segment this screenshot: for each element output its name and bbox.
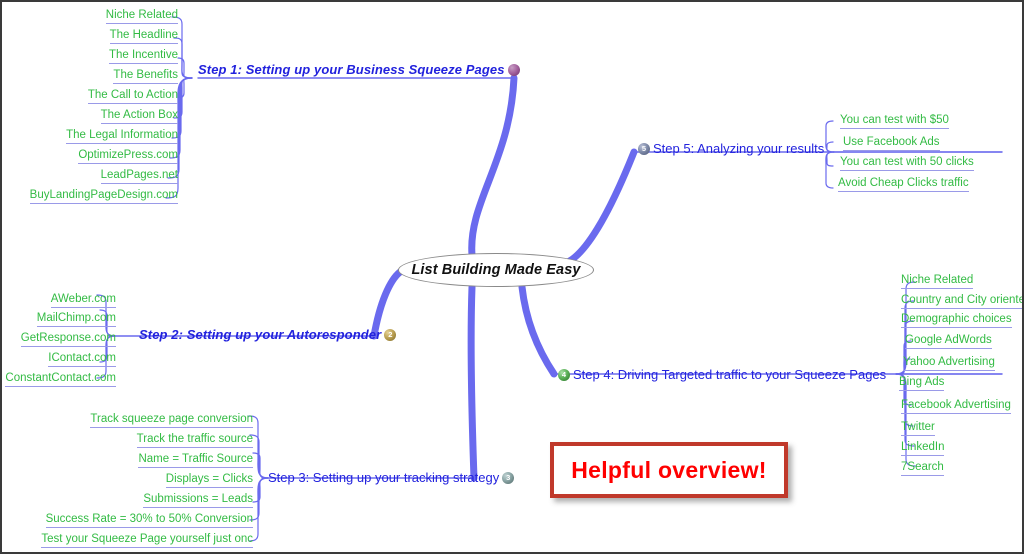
sphere-blue-icon: 5 [638, 142, 650, 155]
leaf-step3-5[interactable]: Success Rate = 30% to 50% Conversion [45, 513, 253, 528]
leaf-step5-2[interactable]: You can test with 50 clicks [840, 156, 974, 171]
leaf-step1-2[interactable]: The Incentive [108, 49, 178, 64]
leaf-step5-3[interactable]: Avoid Cheap Clicks traffic [838, 177, 969, 192]
leaf-step4-9[interactable]: 7Search [901, 461, 944, 476]
branch-step4[interactable]: 4 Step 4: Driving Targeted traffic to yo… [558, 367, 886, 382]
sphere-purple-icon: 1 [507, 63, 520, 76]
leaf-step1-8[interactable]: LeadPages.net [100, 169, 178, 184]
leaf-step4-7[interactable]: Twitter [901, 421, 935, 436]
leaf-step5-1[interactable]: Use Facebook Ads [843, 136, 940, 151]
leaf-step4-8[interactable]: LinkedIn [901, 441, 945, 456]
leaf-step4-2[interactable]: Demographic choices [901, 313, 1012, 328]
leaf-step2-0[interactable]: AWeber.com [50, 293, 116, 308]
leaf-step4-1[interactable]: Country and City oriente [901, 294, 1022, 309]
branch-step5-label: Step 5: Analyzing your results [653, 141, 825, 156]
root-node-label: List Building Made Easy [411, 262, 581, 278]
leaf-step1-4[interactable]: The Call to Action [87, 89, 178, 104]
leaf-step1-3[interactable]: The Benefits [113, 69, 178, 84]
root-node[interactable]: List Building Made Easy [398, 253, 594, 287]
leaf-step2-4[interactable]: ConstantContact.com [5, 372, 116, 387]
branch-step3[interactable]: Step 3: Setting up your tracking strateg… [268, 470, 515, 485]
leaf-step1-6[interactable]: The Legal Information [66, 129, 178, 144]
leaf-step5-0[interactable]: You can test with $50 [840, 114, 949, 129]
leaf-step1-5[interactable]: The Action Box [100, 109, 178, 124]
leaf-step1-7[interactable]: OptimizePress.com [78, 149, 178, 164]
branch-step1-label: Step 1: Setting up your Business Squeeze… [198, 62, 505, 77]
sphere-green-icon: 4 [558, 368, 570, 381]
leaf-step3-4[interactable]: Submissions = Leads [143, 493, 253, 508]
branch-step1[interactable]: Step 1: Setting up your Business Squeeze… [198, 62, 520, 77]
branch-step5[interactable]: 5 Step 5: Analyzing your results [638, 141, 824, 156]
helpful-overview-callout: Helpful overview! [550, 442, 788, 498]
sphere-gold-icon: 2 [384, 328, 397, 341]
leaf-step3-6[interactable]: Test your Squeeze Page yourself just onc [41, 533, 253, 548]
branch-step2-label: Step 2: Setting up your Autoresponder [139, 327, 382, 342]
leaf-step4-0[interactable]: Niche Related [901, 274, 974, 289]
leaf-step3-3[interactable]: Displays = Clicks [165, 473, 253, 488]
leaf-step3-0[interactable]: Track squeeze page conversion [90, 413, 253, 428]
leaf-step4-3[interactable]: Google AdWords [905, 334, 992, 349]
leaf-step3-1[interactable]: Track the traffic source [136, 433, 253, 448]
leaf-step2-2[interactable]: GetResponse.com [20, 332, 116, 347]
leaf-step3-2[interactable]: Name = Traffic Source [138, 453, 253, 468]
helpful-overview-label: Helpful overview! [571, 456, 767, 483]
leaf-step4-5[interactable]: Bing Ads [899, 376, 945, 391]
branch-step4-label: Step 4: Driving Targeted traffic to your… [573, 367, 887, 382]
leaf-step2-3[interactable]: IContact.com [48, 352, 116, 367]
leaf-step4-4[interactable]: Yahoo Advertising [903, 356, 995, 371]
mindmap-canvas: List Building Made Easy Step 1: Setting … [0, 0, 1024, 554]
leaf-step1-9[interactable]: BuyLandingPageDesign.com [29, 189, 178, 204]
branch-step3-label: Step 3: Setting up your tracking strateg… [268, 470, 500, 485]
leaf-step1-0[interactable]: Niche Related [105, 9, 178, 24]
branch-step2[interactable]: Step 2: Setting up your Autoresponder 2 [139, 327, 397, 342]
leaf-step4-6[interactable]: Facebook Advertising [901, 399, 1011, 414]
leaf-step1-1[interactable]: The Headline [109, 29, 178, 44]
leaf-step2-1[interactable]: MailChimp.com [36, 312, 116, 327]
sphere-teal-icon: 3 [502, 471, 515, 484]
